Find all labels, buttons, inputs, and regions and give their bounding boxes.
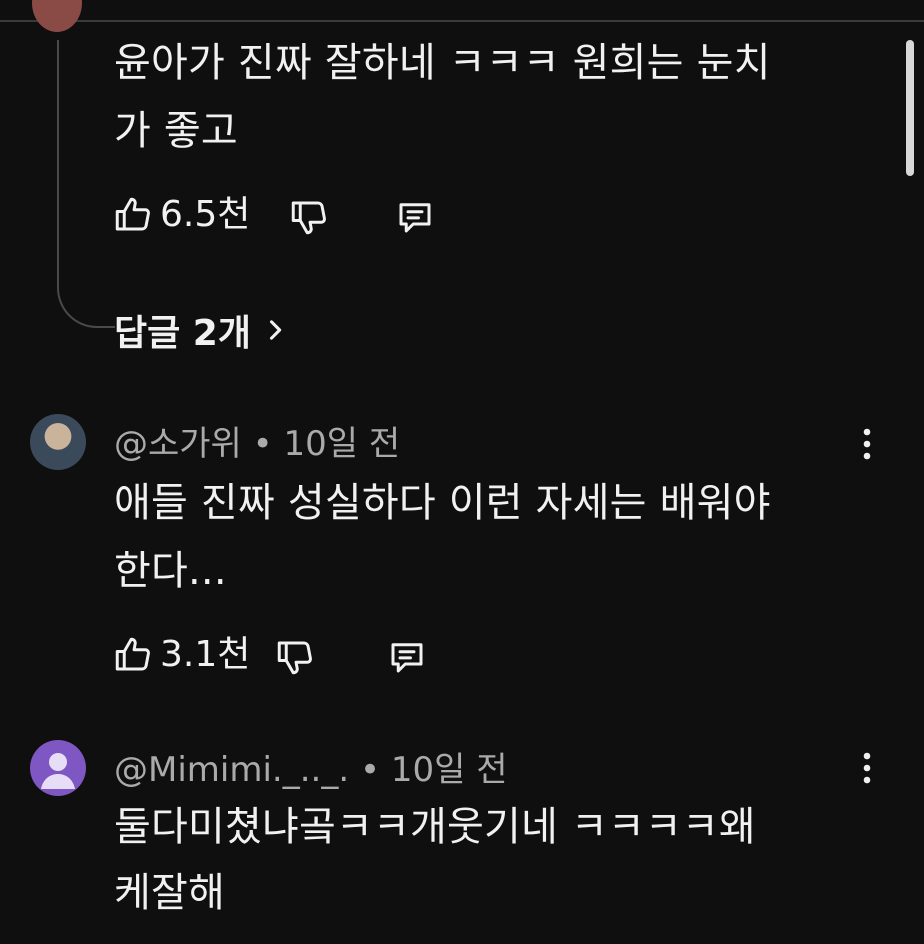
dislike-icon[interactable]: [274, 636, 316, 678]
avatar[interactable]: [30, 414, 86, 470]
scrollbar[interactable]: [906, 40, 914, 176]
reply-icon[interactable]: [394, 196, 436, 238]
comment-meta: @Mimimi._.._. • 10일 전: [114, 742, 507, 791]
avatar-default-icon: [30, 740, 86, 796]
author-name[interactable]: @Mimimi._.._.: [114, 750, 349, 790]
comment-text-line: 둘다미쳤냐곸ㅋㅋ개웃기네 ㅋㅋㅋㅋ왜: [114, 804, 756, 850]
comment-text-line: 한다...: [114, 548, 227, 594]
chevron-right-icon: [261, 316, 289, 344]
view-replies-link[interactable]: 답글 2개: [114, 304, 289, 356]
comment-text-line: 애들 진짜 성실하다 이런 자세는 배워야: [114, 480, 771, 526]
author-name[interactable]: @소가위: [114, 424, 242, 464]
dislike-icon[interactable]: [288, 196, 330, 238]
comment-text-line: 윤아가 진짜 잘하네 ㅋㅋㅋ 원희는 눈치: [114, 40, 771, 86]
replies-label: 답글 2개: [114, 313, 251, 354]
previous-comment-avatar[interactable]: [32, 0, 82, 32]
like-icon[interactable]: [112, 634, 154, 676]
comment-text-line: 케잘해: [114, 870, 225, 916]
comment-age: 10일 전: [390, 750, 508, 790]
meta-separator: •: [359, 750, 381, 790]
like-count: 3.1천: [160, 634, 251, 675]
like-count: 6.5천: [160, 194, 251, 235]
top-divider: [0, 20, 924, 22]
meta-separator: •: [252, 424, 273, 464]
more-options-icon[interactable]: [852, 424, 882, 464]
more-options-icon[interactable]: [852, 748, 882, 788]
like-icon[interactable]: [112, 194, 154, 236]
comment-actions: 3.1천: [112, 630, 442, 680]
comment-text-line: 가 좋고: [114, 108, 238, 154]
avatar[interactable]: [30, 740, 86, 796]
thread-connector-line: [57, 40, 115, 328]
comment-age: 10일 전: [283, 424, 401, 464]
reply-icon[interactable]: [386, 636, 428, 678]
comment-actions: 6.5천: [112, 190, 452, 240]
comment-meta: @소가위 • 10일 전: [114, 416, 400, 465]
